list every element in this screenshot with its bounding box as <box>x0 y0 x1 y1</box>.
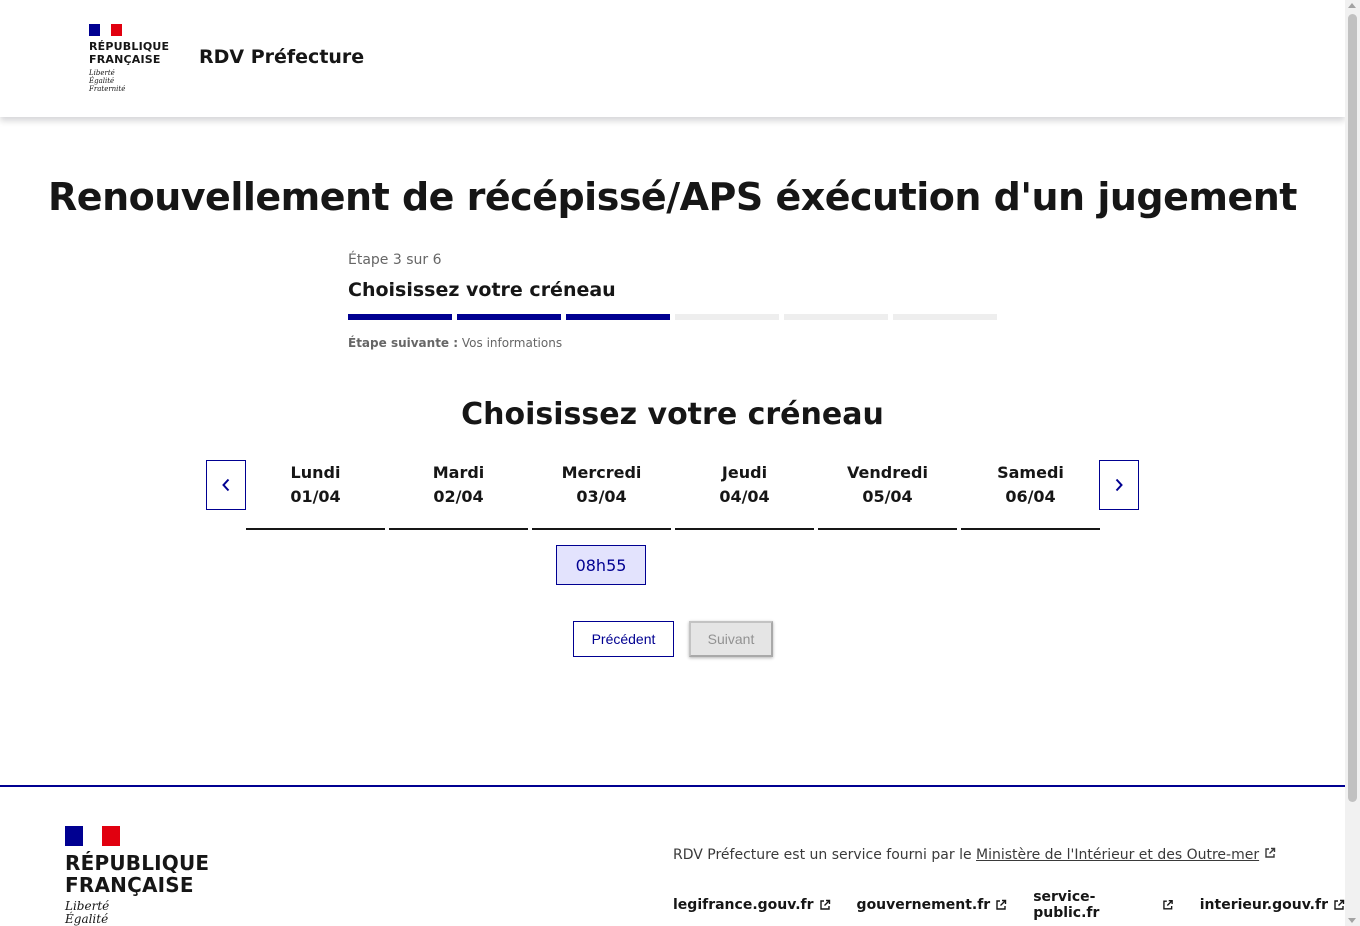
step-title: Choisissez votre créneau <box>348 279 616 301</box>
external-link-icon <box>1163 899 1173 910</box>
day-column: Mardi 02/04 <box>389 460 528 530</box>
site-footer: RÉPUBLIQUE FRANÇAISE Liberté Égalité RDV… <box>0 785 1345 926</box>
french-flag-icon <box>65 826 120 846</box>
step-bar <box>457 314 561 320</box>
step-bar <box>566 314 670 320</box>
day-date: 04/04 <box>719 487 770 506</box>
day-column: Samedi 06/04 <box>961 460 1100 530</box>
step-next-label: Étape suivante : <box>348 336 459 350</box>
next-button[interactable]: Suivant <box>689 621 773 657</box>
step-progress <box>348 314 998 320</box>
external-link-icon <box>1334 899 1345 910</box>
step-bar <box>348 314 452 320</box>
day-date: 06/04 <box>1005 487 1056 506</box>
vertical-scrollbar[interactable] <box>1345 0 1360 926</box>
day-name: Jeudi <box>721 463 768 482</box>
day-date: 02/04 <box>433 487 484 506</box>
page: RÉPUBLIQUE FRANÇAISE Liberté Égalité Fra… <box>0 0 1345 926</box>
footer-links: legifrance.gouv.fr gouvernement.fr service… <box>673 889 1345 921</box>
day-name: Mardi <box>432 463 485 482</box>
day-date: 01/04 <box>290 487 341 506</box>
footer-link[interactable]: legifrance.gouv.fr <box>673 889 831 921</box>
footer-desc-text: RDV Préfecture est un service fourni par… <box>673 847 977 863</box>
slots-title: Choisissez votre créneau <box>461 397 884 432</box>
logo-motto: Liberté Égalité Fraternité <box>89 69 126 93</box>
page-title: Renouvellement de récépissé/APS éxécutio… <box>48 175 1297 219</box>
footer-link[interactable]: gouvernement.fr <box>857 889 1008 921</box>
external-link-icon <box>1264 847 1275 858</box>
time-slot-button[interactable]: 08h55 <box>556 545 646 585</box>
footer-link[interactable]: interieur.gouv.fr <box>1200 889 1345 921</box>
stepper: Étape 3 sur 6 Choisissez votre créneau É… <box>348 252 998 350</box>
ministry-link[interactable]: Ministère de l'Intérieur et des Outre-me… <box>976 847 1259 863</box>
day-name: Lundi <box>290 463 341 482</box>
french-flag-icon <box>89 24 122 36</box>
day-date: 05/04 <box>862 487 913 506</box>
logo-text: RÉPUBLIQUE FRANÇAISE <box>89 40 170 66</box>
step-state: Étape 3 sur 6 <box>348 252 442 268</box>
step-bar <box>893 314 997 320</box>
step-bar <box>675 314 779 320</box>
next-week-button[interactable] <box>1099 460 1139 510</box>
day-name: Mercredi <box>561 463 642 482</box>
footer-link[interactable]: service-public.fr <box>1033 889 1174 921</box>
footer-logo[interactable]: RÉPUBLIQUE FRANÇAISE Liberté Égalité <box>65 826 209 926</box>
day-column: Vendredi 05/04 <box>818 460 957 530</box>
day-name: Samedi <box>997 463 1064 482</box>
day-column: Mercredi 03/04 <box>532 460 671 530</box>
previous-week-button[interactable] <box>206 460 246 510</box>
days-row: Lundi 01/04 Mardi 02/04 Mercredi 03/04 Jeudi 04… <box>246 460 1100 530</box>
footer-description: RDV Préfecture est un service fourni par… <box>673 847 1276 863</box>
footer-logo-text: RÉPUBLIQUE FRANÇAISE <box>65 851 210 897</box>
scroll-down-icon[interactable] <box>1348 918 1356 923</box>
day-name: Vendredi <box>847 463 928 482</box>
previous-button[interactable]: Précédent <box>573 621 674 657</box>
scrollbar-thumb[interactable] <box>1348 14 1357 802</box>
footer-motto: Liberté Égalité <box>65 899 110 926</box>
day-column: Lundi 01/04 <box>246 460 385 530</box>
republique-francaise-logo[interactable]: RÉPUBLIQUE FRANÇAISE Liberté Égalité Fra… <box>89 24 169 93</box>
step-next-value: Vos informations <box>461 336 563 350</box>
step-bar <box>784 314 888 320</box>
chevron-right-icon <box>1115 478 1123 492</box>
chevron-left-icon <box>222 478 230 492</box>
day-date: 03/04 <box>576 487 627 506</box>
service-title[interactable]: RDV Préfecture <box>199 46 364 68</box>
external-link-icon <box>819 899 830 910</box>
step-next: Étape suivante : Vos informations <box>348 336 998 350</box>
site-header: RÉPUBLIQUE FRANÇAISE Liberté Égalité Fra… <box>0 0 1345 117</box>
scroll-up-icon[interactable] <box>1348 3 1356 8</box>
external-link-icon <box>996 899 1007 910</box>
day-column: Jeudi 04/04 <box>675 460 814 530</box>
